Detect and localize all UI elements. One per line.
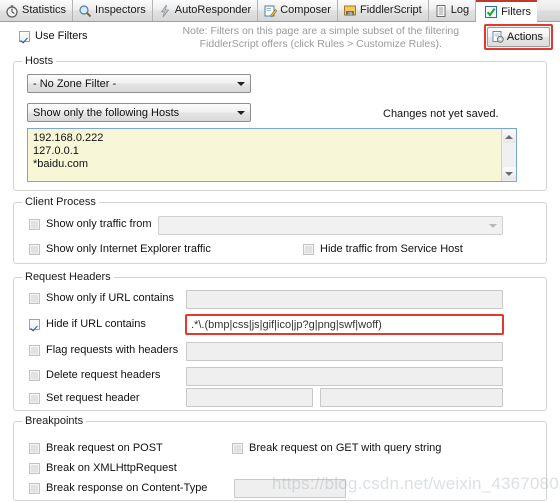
show-only-traffic-from-checkbox[interactable] xyxy=(29,218,40,230)
delete-headers-label: Delete request headers xyxy=(46,369,161,381)
changes-not-saved-note: Changes not yet saved. xyxy=(383,108,499,120)
show-only-traffic-from-label: Show only traffic from xyxy=(46,218,152,230)
hide-service-host-checkbox[interactable] xyxy=(303,243,314,255)
use-filters-label: Use Filters xyxy=(35,30,88,42)
hide-service-host-label: Hide traffic from Service Host xyxy=(320,243,463,255)
host-filter-value: Show only the following Hosts xyxy=(33,106,180,119)
host-list-item: *baidu.com xyxy=(33,158,89,170)
log-document-icon xyxy=(434,4,448,18)
tab-label: Inspectors xyxy=(95,4,146,16)
tab-label: Filters xyxy=(501,5,532,18)
break-request-get-label: Break request on GET with query string xyxy=(249,442,442,454)
zone-filter-value: - No Zone Filter - xyxy=(33,77,117,90)
filters-header-row: Use Filters Note: Filters on this page a… xyxy=(0,22,560,52)
host-filter-dropdown[interactable]: Show only the following Hosts xyxy=(27,103,251,122)
actions-gear-page-icon xyxy=(491,30,505,44)
tab-statistics[interactable]: Statistics xyxy=(0,0,74,21)
client-process-group-legend: Client Process xyxy=(22,196,99,208)
stopwatch-icon xyxy=(5,4,19,18)
hosts-list-textarea[interactable]: 192.168.0.222 127.0.0.1 *baidu.com xyxy=(27,128,517,182)
svg-text:JS: JS xyxy=(348,11,353,16)
show-only-traffic-from-row[interactable]: Show only traffic from xyxy=(29,218,152,230)
main-tab-strip: Statistics Inspectors AutoResponder Comp… xyxy=(0,0,560,22)
tab-filters[interactable]: Filters xyxy=(476,0,538,22)
break-request-post-checkbox[interactable] xyxy=(29,442,40,454)
use-filters-checkbox[interactable] xyxy=(19,30,30,42)
actions-button-label: Actions xyxy=(506,31,543,43)
break-request-get-row[interactable]: Break request on GET with query string xyxy=(232,442,441,454)
client-process-dropdown[interactable] xyxy=(158,216,503,235)
break-response-content-type-row[interactable]: Break response on Content-Type xyxy=(29,482,207,494)
flag-requests-row[interactable]: Flag requests with headers xyxy=(29,344,178,356)
show-only-if-url-label: Show only if URL contains xyxy=(46,292,174,304)
set-header-value-input[interactable] xyxy=(320,388,503,407)
delete-headers-input[interactable] xyxy=(186,367,503,386)
js-script-icon: JS xyxy=(343,4,357,18)
tab-label: Log xyxy=(450,4,470,16)
show-only-if-url-checkbox[interactable] xyxy=(29,292,40,304)
hide-if-url-row[interactable]: Hide if URL contains xyxy=(29,318,146,330)
scroll-down-icon[interactable] xyxy=(502,167,516,180)
green-check-icon xyxy=(484,5,498,19)
hide-if-url-input[interactable]: .*\.(bmp|css|js|gif|ico|jp?g|png|swf|wof… xyxy=(185,314,504,335)
hide-if-url-value: .*\.(bmp|css|js|gif|ico|jp?g|png|swf|wof… xyxy=(191,318,382,331)
actions-highlight-box: Actions xyxy=(483,24,553,50)
tab-composer[interactable]: Composer xyxy=(258,0,338,21)
flag-requests-checkbox[interactable] xyxy=(29,344,40,356)
actions-button[interactable]: Actions xyxy=(486,27,550,47)
break-xhr-checkbox[interactable] xyxy=(29,462,40,474)
chevron-down-icon xyxy=(232,81,250,86)
delete-headers-row[interactable]: Delete request headers xyxy=(29,369,160,381)
show-only-if-url-row[interactable]: Show only if URL contains xyxy=(29,292,174,304)
break-response-content-type-input[interactable] xyxy=(234,479,346,498)
set-header-name-input[interactable] xyxy=(186,388,313,407)
flag-requests-label: Flag requests with headers xyxy=(46,344,179,356)
request-headers-group-legend: Request Headers xyxy=(22,271,114,283)
break-response-content-type-checkbox[interactable] xyxy=(29,482,40,494)
hide-if-url-label: Hide if URL contains xyxy=(46,318,146,330)
breakpoints-group-legend: Breakpoints xyxy=(22,415,87,427)
hosts-list-lines: 192.168.0.222 127.0.0.1 *baidu.com xyxy=(28,129,501,181)
hide-service-host-row[interactable]: Hide traffic from Service Host xyxy=(303,243,463,255)
chevron-down-icon xyxy=(232,110,250,115)
set-request-header-checkbox[interactable] xyxy=(29,392,40,404)
hide-if-url-checkbox[interactable] xyxy=(29,318,40,330)
break-xhr-row[interactable]: Break on XMLHttpRequest xyxy=(29,462,177,474)
zone-filter-dropdown[interactable]: - No Zone Filter - xyxy=(27,74,251,93)
flag-requests-input[interactable] xyxy=(186,342,503,361)
magnifier-icon xyxy=(78,4,92,18)
tab-inspectors[interactable]: Inspectors xyxy=(73,0,153,21)
tab-label: Composer xyxy=(280,4,331,16)
break-xhr-label: Break on XMLHttpRequest xyxy=(46,462,177,474)
use-filters-checkbox-row[interactable]: Use Filters xyxy=(19,30,88,42)
show-only-ie-traffic-label: Show only Internet Explorer traffic xyxy=(46,243,211,255)
set-request-header-label: Set request header xyxy=(46,392,140,404)
break-response-content-type-label: Break response on Content-Type xyxy=(46,482,208,494)
tab-autoresponder[interactable]: AutoResponder xyxy=(152,0,259,21)
tab-label: AutoResponder xyxy=(174,4,252,16)
break-request-post-row[interactable]: Break request on POST xyxy=(29,442,163,454)
tab-label: FiddlerScript xyxy=(359,4,422,16)
delete-headers-checkbox[interactable] xyxy=(29,369,40,381)
hosts-group-legend: Hosts xyxy=(22,55,57,67)
tab-fiddlerscript[interactable]: JS FiddlerScript xyxy=(337,0,429,21)
show-only-if-url-input[interactable] xyxy=(186,290,503,309)
show-only-ie-traffic-row[interactable]: Show only Internet Explorer traffic xyxy=(29,243,211,255)
compose-pencil-icon xyxy=(263,4,278,18)
scroll-up-icon[interactable] xyxy=(502,130,516,143)
tab-label: Statistics xyxy=(22,4,67,16)
lightning-icon xyxy=(158,4,172,18)
host-list-item: 127.0.0.1 xyxy=(33,145,79,157)
show-only-ie-traffic-checkbox[interactable] xyxy=(29,243,40,255)
break-request-post-label: Break request on POST xyxy=(46,442,163,454)
chevron-down-icon xyxy=(484,223,502,228)
set-request-header-row[interactable]: Set request header xyxy=(29,392,140,404)
break-request-get-checkbox[interactable] xyxy=(232,442,243,454)
host-list-item: 192.168.0.222 xyxy=(33,132,104,144)
tab-log[interactable]: Log xyxy=(428,0,477,21)
hosts-list-scrollbar[interactable] xyxy=(501,129,516,181)
